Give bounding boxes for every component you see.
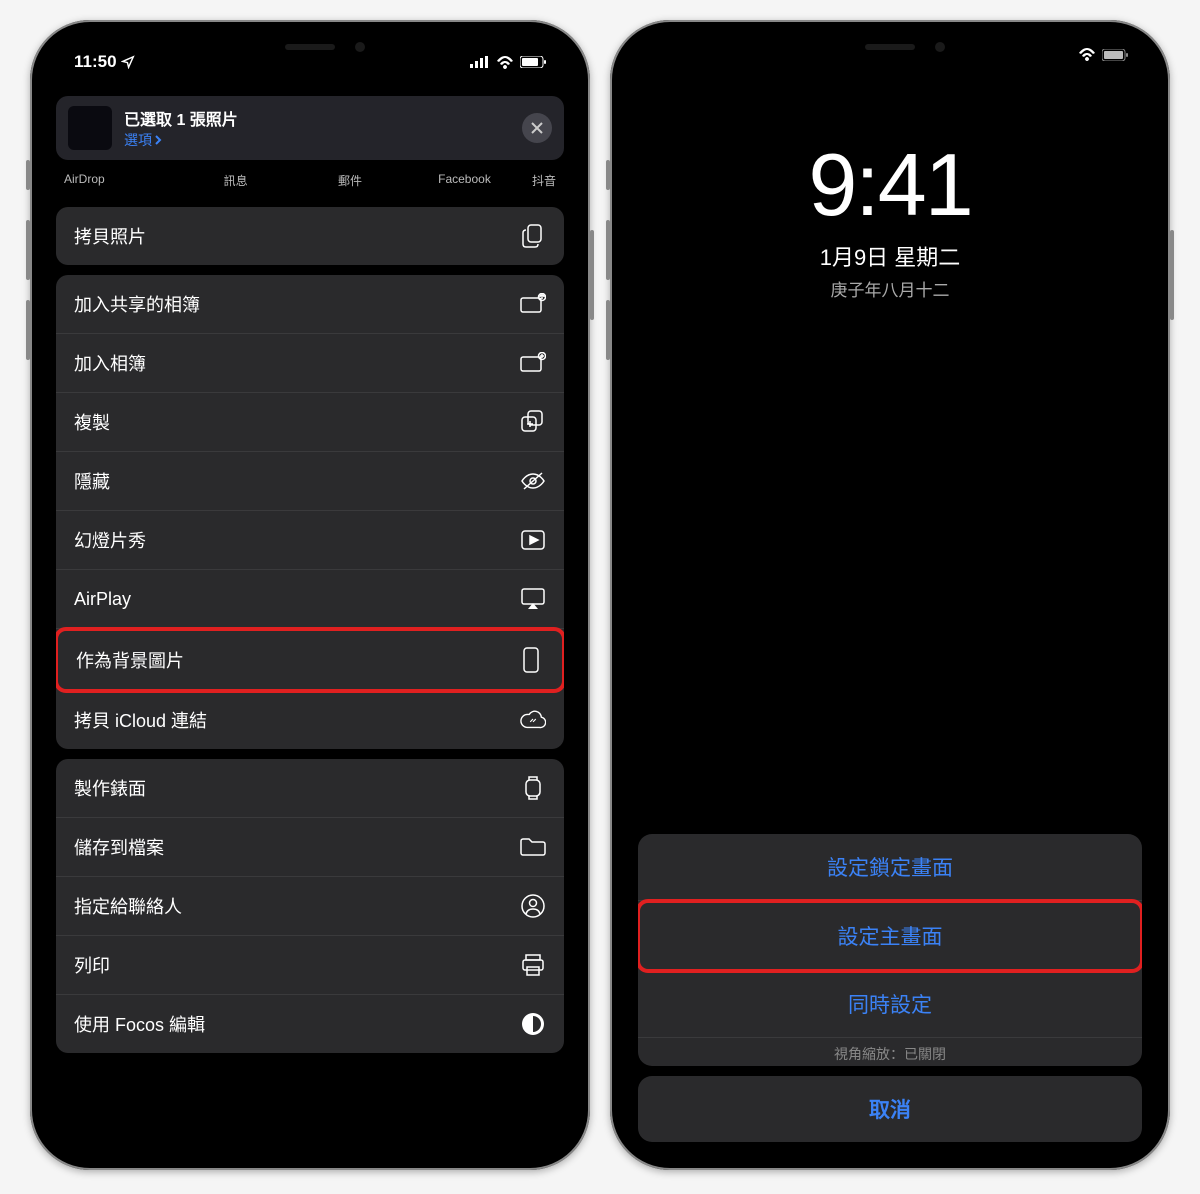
print-row[interactable]: 列印	[56, 936, 564, 995]
action-group-2: 加入共享的相簿 加入相簿 複製 隱藏	[56, 275, 564, 749]
watch-icon	[520, 775, 546, 801]
cancel-button[interactable]: 取消	[638, 1076, 1142, 1142]
album-icon	[520, 350, 546, 376]
share-header: 已選取 1 張照片 選項	[56, 96, 564, 160]
notch	[780, 34, 1000, 64]
hide-row[interactable]: 隱藏	[56, 452, 564, 511]
create-watchface-label: 製作錶面	[74, 775, 146, 801]
focos-icon	[520, 1011, 546, 1037]
action-group-3: 製作錶面 儲存到檔案 指定給聯絡人 列印	[56, 759, 564, 1053]
assign-contact-label: 指定給聯絡人	[74, 893, 182, 919]
folder-icon	[520, 834, 546, 860]
cellular-icon	[470, 56, 490, 68]
lock-date: 1月9日 星期二	[624, 240, 1156, 272]
add-shared-album-row[interactable]: 加入共享的相簿	[56, 275, 564, 334]
slideshow-icon	[520, 527, 546, 553]
share-title: 已選取 1 張照片	[124, 106, 238, 130]
perspective-zoom-status: 視角縮放：已關閉	[638, 1038, 1142, 1066]
app-facebook[interactable]: Facebook	[407, 172, 521, 189]
airplay-row[interactable]: AirPlay	[56, 570, 564, 629]
save-to-files-row[interactable]: 儲存到檔案	[56, 818, 564, 877]
close-icon	[531, 122, 543, 134]
set-lock-screen-button[interactable]: 設定鎖定畫面	[638, 834, 1142, 901]
silence-switch	[606, 160, 610, 190]
app-share-row: AirDrop 訊息 郵件 Facebook 抖音	[44, 160, 576, 197]
chevron-right-icon	[154, 135, 162, 145]
wallpaper-action-sheet: 設定鎖定畫面 設定主畫面 同時設定 視角縮放：已關閉 取消	[624, 834, 1156, 1156]
airplay-label: AirPlay	[74, 589, 131, 610]
edit-focos-label: 使用 Focos 編輯	[74, 1011, 205, 1037]
icloud-link-icon	[520, 707, 546, 733]
add-album-label: 加入相簿	[74, 350, 146, 376]
share-options-link[interactable]: 選項	[124, 130, 238, 150]
battery-icon	[1102, 49, 1128, 61]
action-group-1: 拷貝照片	[56, 207, 564, 265]
set-both-button[interactable]: 同時設定	[638, 971, 1142, 1038]
use-as-wallpaper-label: 作為背景圖片	[76, 647, 184, 673]
assign-contact-row[interactable]: 指定給聯絡人	[56, 877, 564, 936]
phone-icon	[518, 647, 544, 673]
app-more[interactable]: 抖音	[522, 172, 556, 189]
app-airdrop[interactable]: AirDrop	[64, 172, 178, 189]
screen-right: 9:41 1月9日 星期二 庚子年八月十二 設定鎖定畫面 設定主畫面 同時設定 …	[624, 34, 1156, 1156]
copy-icloud-link-label: 拷貝 iCloud 連結	[74, 707, 207, 733]
print-label: 列印	[74, 952, 110, 978]
wifi-icon	[496, 56, 514, 69]
duplicate-row[interactable]: 複製	[56, 393, 564, 452]
airplay-icon	[520, 586, 546, 612]
use-as-wallpaper-row[interactable]: 作為背景圖片	[56, 627, 564, 693]
copy-photo-label: 拷貝照片	[74, 223, 146, 249]
phone-right: 9:41 1月9日 星期二 庚子年八月十二 設定鎖定畫面 設定主畫面 同時設定 …	[610, 20, 1170, 1170]
save-to-files-label: 儲存到檔案	[74, 834, 164, 860]
app-mail[interactable]: 郵件	[293, 172, 407, 189]
set-home-screen-button[interactable]: 設定主畫面	[638, 899, 1142, 973]
status-bar-right	[1078, 48, 1128, 61]
power-button	[590, 230, 594, 320]
status-time: 11:50	[74, 52, 117, 72]
wallpaper-options-group: 設定鎖定畫面 設定主畫面 同時設定 視角縮放：已關閉	[638, 834, 1142, 1066]
notch	[200, 34, 420, 64]
lock-date-lunar: 庚子年八月十二	[624, 276, 1156, 301]
close-button[interactable]	[522, 113, 552, 143]
volume-down	[606, 300, 610, 360]
copy-icloud-link-row[interactable]: 拷貝 iCloud 連結	[56, 691, 564, 749]
duplicate-label: 複製	[74, 409, 110, 435]
screen-left: 11:50 已選取 1 張照片 選項 AirDr	[44, 34, 576, 1156]
copy-icon	[520, 223, 546, 249]
photo-thumbnail[interactable]	[68, 106, 112, 150]
power-button	[1170, 230, 1174, 320]
phone-left: 11:50 已選取 1 張照片 選項 AirDr	[30, 20, 590, 1170]
app-messages[interactable]: 訊息	[178, 172, 292, 189]
location-icon	[121, 55, 135, 69]
volume-down	[26, 300, 30, 360]
copy-photo-row[interactable]: 拷貝照片	[56, 207, 564, 265]
lock-time: 9:41	[624, 134, 1156, 236]
create-watchface-row[interactable]: 製作錶面	[56, 759, 564, 818]
shared-album-icon	[520, 291, 546, 317]
edit-focos-row[interactable]: 使用 Focos 編輯	[56, 995, 564, 1053]
battery-icon	[520, 56, 546, 68]
duplicate-icon	[520, 409, 546, 435]
hide-label: 隱藏	[74, 468, 110, 494]
volume-up	[26, 220, 30, 280]
contact-icon	[520, 893, 546, 919]
volume-up	[606, 220, 610, 280]
slideshow-row[interactable]: 幻燈片秀	[56, 511, 564, 570]
hide-icon	[520, 468, 546, 494]
lockscreen-preview: 9:41 1月9日 星期二 庚子年八月十二	[624, 34, 1156, 301]
printer-icon	[520, 952, 546, 978]
wifi-icon	[1078, 48, 1096, 61]
add-shared-album-label: 加入共享的相簿	[74, 291, 200, 317]
add-album-row[interactable]: 加入相簿	[56, 334, 564, 393]
silence-switch	[26, 160, 30, 190]
slideshow-label: 幻燈片秀	[74, 527, 146, 553]
